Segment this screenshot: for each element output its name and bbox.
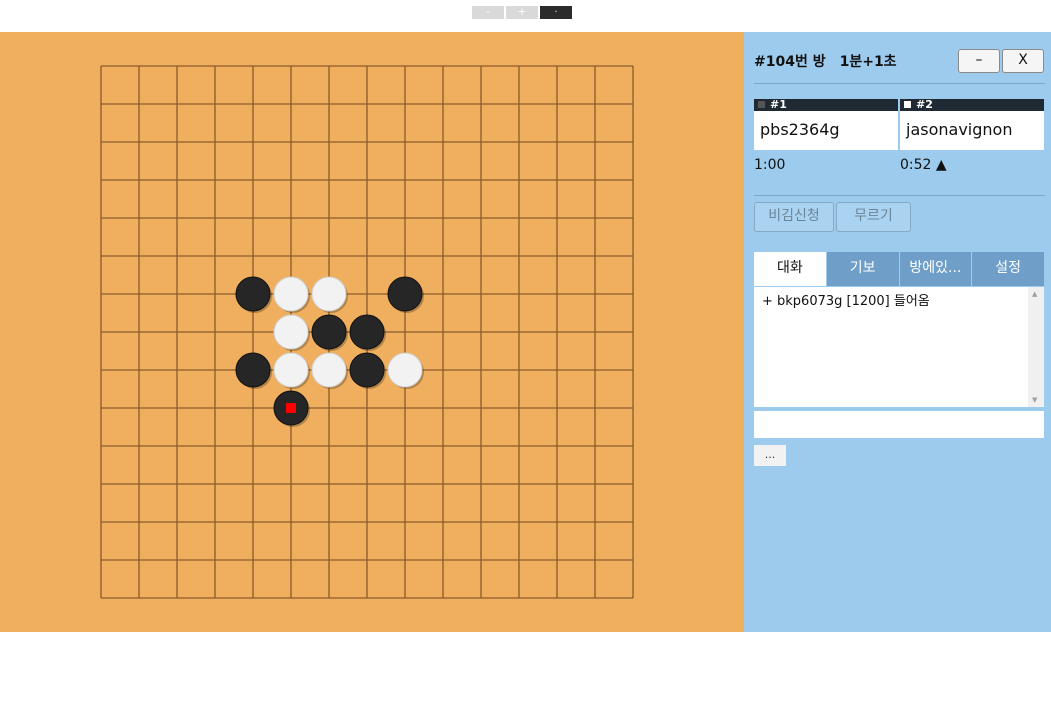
zoom-in-button[interactable]: + xyxy=(506,6,538,19)
scroll-down-icon[interactable]: ▼ xyxy=(1032,396,1037,404)
tab-chat[interactable]: 대화 xyxy=(754,252,827,286)
tab-record[interactable]: 기보 xyxy=(826,252,900,286)
player-card-1: #1 pbs2364g xyxy=(754,99,898,150)
scroll-up-icon[interactable]: ▲ xyxy=(1032,290,1037,298)
player-card-2: #2 jasonavignon xyxy=(900,99,1044,150)
zoom-controls: - + · xyxy=(472,6,574,19)
white-stone-icon xyxy=(904,101,911,108)
tab-settings[interactable]: 설정 xyxy=(972,252,1044,286)
player-2-header: #2 xyxy=(900,99,1044,111)
room-title: #104번 방 1분+1초 xyxy=(754,51,911,71)
chat-log: + bkp6073g [1200] 들어옴 ▲ ▼ xyxy=(754,287,1044,407)
white-stone[interactable] xyxy=(273,276,309,312)
last-move-marker xyxy=(286,403,296,413)
white-stone[interactable] xyxy=(311,276,347,312)
white-stone[interactable] xyxy=(273,314,309,350)
zoom-reset-button[interactable]: · xyxy=(540,6,572,19)
white-stone[interactable] xyxy=(273,352,309,388)
chat-input[interactable] xyxy=(754,411,1044,438)
divider xyxy=(754,195,1045,196)
black-stone[interactable] xyxy=(349,352,385,388)
white-stone[interactable] xyxy=(311,352,347,388)
player-2-name: jasonavignon xyxy=(900,111,1044,150)
black-stone-icon xyxy=(758,101,765,108)
close-button[interactable]: X xyxy=(1002,49,1044,73)
black-stone[interactable] xyxy=(235,352,271,388)
draw-request-button[interactable]: 비김신청 xyxy=(754,202,834,232)
minimize-button[interactable]: – xyxy=(958,49,1000,73)
white-stone[interactable] xyxy=(387,352,423,388)
chat-message: + bkp6073g [1200] 들어옴 xyxy=(762,294,930,309)
divider xyxy=(754,83,1045,84)
side-panel: #104번 방 1분+1초 – X #1 pbs2364g #2 jasonavi… xyxy=(744,32,1051,632)
panel-tabs: 대화 기보 방에있... 설정 xyxy=(754,252,1044,286)
room-number: #104번 방 xyxy=(754,54,826,70)
time-rule: 1분+1초 xyxy=(839,54,897,70)
black-stone[interactable] xyxy=(235,276,271,312)
tab-room-users[interactable]: 방에있... xyxy=(899,252,973,286)
player-1-clock: 1:00 xyxy=(754,157,786,173)
player-2-clock: 0:52 ▲ xyxy=(900,157,947,173)
undo-button[interactable]: 무르기 xyxy=(836,202,911,232)
black-stone[interactable] xyxy=(387,276,423,312)
omok-board[interactable] xyxy=(0,32,744,632)
player-1-name: pbs2364g xyxy=(754,111,898,150)
more-button[interactable]: ... xyxy=(754,445,786,466)
black-stone[interactable] xyxy=(349,314,385,350)
player-2-slot: #2 xyxy=(916,98,933,111)
black-stone[interactable] xyxy=(311,314,347,350)
player-1-header: #1 xyxy=(754,99,898,111)
game-board-area xyxy=(0,32,744,632)
player-1-slot: #1 xyxy=(770,98,787,111)
chat-scrollbar[interactable]: ▲ ▼ xyxy=(1028,287,1044,407)
zoom-out-button[interactable]: - xyxy=(472,6,504,19)
